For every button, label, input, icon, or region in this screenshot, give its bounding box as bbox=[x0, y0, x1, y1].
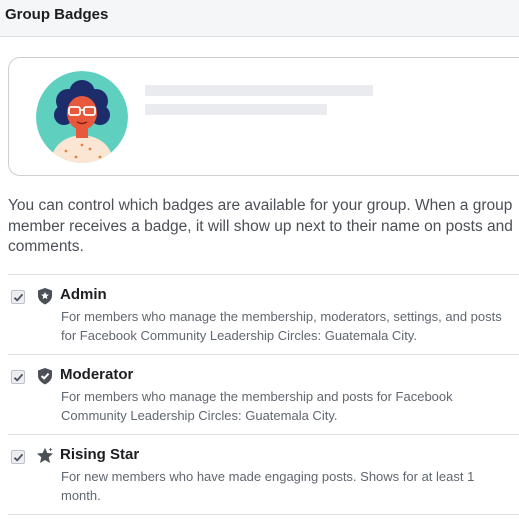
badge-description-moderator: For members who manage the membership an… bbox=[61, 389, 453, 423]
moderator-shield-check-icon bbox=[38, 368, 52, 385]
badge-description-admin: For members who manage the membership, m… bbox=[61, 309, 502, 343]
divider bbox=[8, 274, 519, 275]
checkmark-icon bbox=[13, 453, 24, 462]
badge-description-rising-star: For new members who have made engaging p… bbox=[61, 469, 475, 503]
badges-description: You can control which badges are availab… bbox=[8, 197, 513, 255]
badge-title-moderator: Moderator bbox=[60, 366, 134, 383]
checkmark-icon bbox=[13, 293, 24, 302]
rising-star-checkbox[interactable] bbox=[11, 450, 25, 464]
rising-star-icon bbox=[37, 447, 53, 463]
avatar bbox=[36, 71, 128, 163]
admin-shield-star-icon bbox=[38, 288, 52, 305]
admin-checkbox[interactable] bbox=[11, 290, 25, 304]
divider bbox=[8, 354, 519, 355]
badge-title-rising-star: Rising Star bbox=[60, 446, 140, 463]
placeholder-name-bar bbox=[145, 85, 373, 96]
checkmark-icon bbox=[13, 373, 24, 382]
placeholder-subtitle-bar bbox=[145, 104, 327, 115]
page-title: Group Badges bbox=[5, 6, 109, 23]
page-header: Group Badges bbox=[0, 0, 519, 37]
moderator-checkbox[interactable] bbox=[11, 370, 25, 384]
badge-title-admin: Admin bbox=[60, 286, 107, 303]
divider bbox=[8, 514, 519, 515]
divider bbox=[8, 434, 519, 435]
